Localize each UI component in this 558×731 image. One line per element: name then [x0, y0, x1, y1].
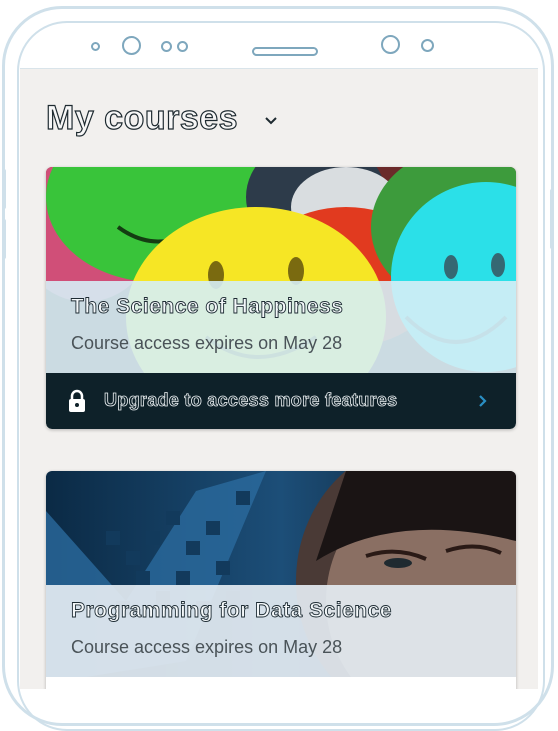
course-card[interactable]: The Science of Happiness Course access e… — [46, 167, 516, 429]
course-expiry-text: Course access expires on May 28 — [71, 637, 343, 657]
phone-side-button — [550, 189, 554, 249]
phone-sensor — [161, 41, 172, 52]
phone-side-button — [2, 219, 6, 259]
course-title[interactable]: Programming for Data Science — [71, 599, 392, 623]
course-title[interactable]: The Science of Happiness — [71, 295, 344, 319]
lock-icon — [69, 389, 85, 412]
course-info-panel: Programming for Data Science Course acce… — [46, 585, 516, 677]
course-expiry-text: Course access expires on May 28 — [71, 333, 343, 353]
chevron-right-icon — [479, 395, 487, 407]
upgrade-button[interactable]: Upgrade to access more features — [46, 373, 516, 429]
courses-header[interactable]: My courses — [45, 98, 278, 138]
course-info-panel: The Science of Happiness Course access e… — [46, 281, 516, 373]
phone-camera — [381, 35, 400, 54]
app-screen: My courses The Science of Happiness Cour… — [20, 68, 538, 689]
phone-sensor — [91, 42, 100, 51]
phone-camera — [122, 36, 141, 55]
phone-sensor — [421, 39, 434, 52]
phone-sensor — [177, 41, 188, 52]
course-card[interactable]: Programming for Data Science Course acce… — [46, 471, 516, 689]
page-title: My courses — [45, 98, 239, 137]
phone-speaker — [252, 47, 318, 56]
phone-side-button — [2, 169, 6, 209]
upgrade-label: Upgrade to access more features — [104, 390, 398, 411]
chevron-down-icon[interactable] — [264, 114, 278, 128]
